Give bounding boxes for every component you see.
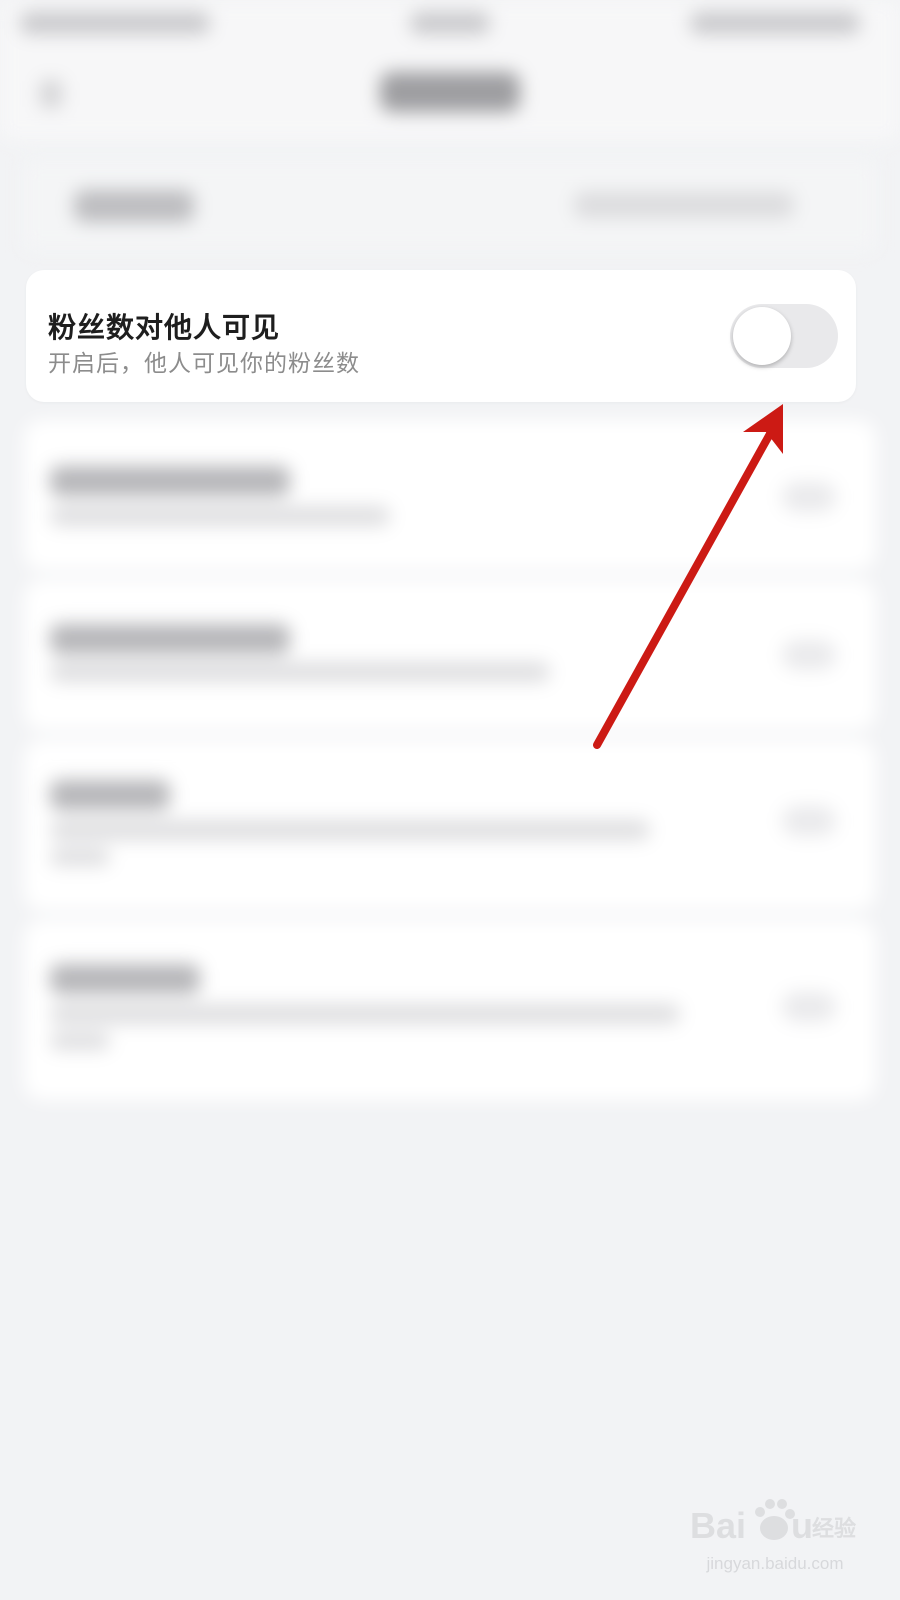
fans-visibility-toggle[interactable] [730, 304, 838, 368]
blurred-setting-row [24, 740, 876, 910]
blurred-background [0, 0, 900, 1600]
navigation-bar [0, 48, 900, 140]
toggle-knob [733, 307, 791, 365]
baidu-jingyan-watermark: Bai u 经验 jingyan.baidu.com [690, 1472, 860, 1582]
svg-text:Bai: Bai [690, 1505, 746, 1546]
baidu-logo: Bai u 经验 [690, 1499, 856, 1546]
watermark-url: jingyan.baidu.com [706, 1554, 844, 1573]
back-icon[interactable] [40, 80, 62, 108]
header-row [24, 160, 876, 250]
fans-visibility-setting: 粉丝数对他人可见 开启后，他人可见你的粉丝数 [26, 270, 856, 402]
blurred-setting-row [24, 920, 876, 1100]
blurred-setting-row [24, 420, 876, 570]
page-title [380, 72, 520, 112]
status-bar [0, 0, 900, 48]
svg-text:经验: 经验 [812, 1516, 856, 1542]
paw-icon [755, 1499, 795, 1540]
blurred-setting-row [24, 580, 876, 730]
svg-text:u: u [791, 1505, 813, 1546]
setting-description: 开启后，他人可见你的粉丝数 [48, 351, 360, 377]
setting-title: 粉丝数对他人可见 [48, 311, 281, 344]
